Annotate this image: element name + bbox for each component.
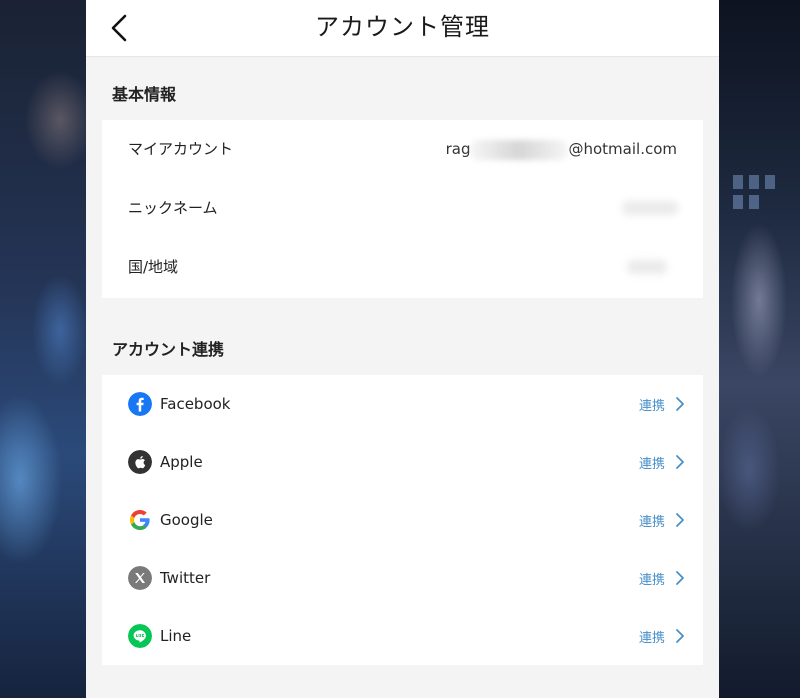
link-name-twitter: Twitter <box>160 569 211 587</box>
my-account-value: rag @hotmail.com <box>446 120 677 178</box>
my-account-label: マイアカウント <box>128 140 234 158</box>
link-row-apple[interactable]: Apple 連携 <box>102 433 703 491</box>
link-name-apple: Apple <box>160 453 203 471</box>
chevron-right-icon <box>676 455 684 469</box>
link-row-google[interactable]: Google 連携 <box>102 491 703 549</box>
link-twitter-button[interactable]: 連携 <box>639 549 685 607</box>
link-action-label: 連携 <box>638 514 665 530</box>
row-nickname: ニックネーム <box>102 179 703 237</box>
redacted-blur <box>627 260 667 274</box>
email-suffix: @hotmail.com <box>568 140 677 158</box>
redacted-blur <box>470 139 569 160</box>
link-row-twitter[interactable]: Twitter 連携 <box>102 549 703 607</box>
link-name-line: Line <box>160 627 192 645</box>
back-button[interactable] <box>104 12 134 44</box>
link-action-label: 連携 <box>638 572 665 588</box>
chevron-right-icon <box>676 397 684 411</box>
background-art-left <box>0 0 86 698</box>
chevron-right-icon <box>676 571 684 585</box>
link-action-label: 連携 <box>638 630 665 646</box>
chevron-right-icon <box>676 513 684 527</box>
apple-icon <box>128 450 152 474</box>
facebook-icon <box>128 392 152 416</box>
row-my-account: マイアカウント rag @hotmail.com <box>102 120 703 178</box>
account-link-card: Facebook 連携 Apple 連携 Google 連携 Twitter 連… <box>102 375 703 665</box>
link-name-facebook: Facebook <box>160 395 231 413</box>
header-bar: アカウント管理 <box>86 0 719 57</box>
redacted-blur <box>622 201 678 215</box>
row-country-region: 国/地域 <box>102 238 703 296</box>
link-facebook-button[interactable]: 連携 <box>639 375 685 433</box>
link-row-facebook[interactable]: Facebook 連携 <box>102 375 703 433</box>
link-row-line[interactable]: Line 連携 <box>102 607 703 665</box>
google-icon <box>130 510 150 530</box>
chevron-right-icon <box>676 629 684 643</box>
section-title-basic-info: 基本情報 <box>112 85 177 104</box>
account-management-panel: アカウント管理 基本情報 マイアカウント rag @hotmail.com ニック… <box>86 0 719 698</box>
link-apple-button[interactable]: 連携 <box>639 433 685 491</box>
email-prefix: rag <box>445 140 471 158</box>
link-action-label: 連携 <box>638 398 665 414</box>
background-art-right <box>719 0 800 698</box>
link-name-google: Google <box>160 511 213 529</box>
line-icon <box>128 624 152 648</box>
link-line-button[interactable]: 連携 <box>639 607 685 665</box>
chevron-left-icon <box>111 14 127 42</box>
basic-info-card: マイアカウント rag @hotmail.com ニックネーム 国/地域 <box>102 120 703 298</box>
country-region-label: 国/地域 <box>128 258 179 276</box>
page-title: アカウント管理 <box>315 13 490 41</box>
link-action-label: 連携 <box>638 456 665 472</box>
twitter-x-icon <box>128 566 152 590</box>
link-google-button[interactable]: 連携 <box>639 491 685 549</box>
section-title-account-link: アカウント連携 <box>112 340 225 359</box>
nickname-label: ニックネーム <box>128 199 218 217</box>
